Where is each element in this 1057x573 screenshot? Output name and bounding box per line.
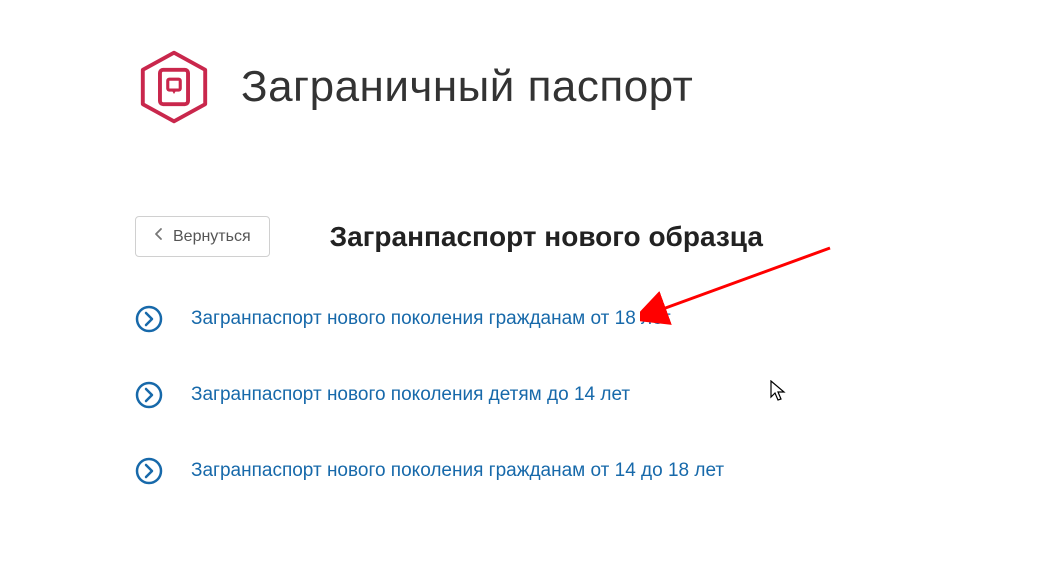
passport-logo-icon <box>135 48 213 126</box>
option-label: Загранпаспорт нового поколения гражданам… <box>191 460 724 482</box>
page-header: Заграничный паспорт <box>0 0 1057 126</box>
section-title: Загранпаспорт нового образца <box>330 221 763 253</box>
chevron-left-icon <box>154 227 163 246</box>
page-title: Заграничный паспорт <box>241 62 693 112</box>
content-area: Вернуться Загранпаспорт нового образца З… <box>0 126 1057 485</box>
chevron-right-circle-icon <box>135 457 163 485</box>
option-14-to-18[interactable]: Загранпаспорт нового поколения гражданам… <box>135 457 1057 485</box>
option-label: Загранпаспорт нового поколения детям до … <box>191 384 630 406</box>
option-label: Загранпаспорт нового поколения гражданам… <box>191 308 671 330</box>
option-list: Загранпаспорт нового поколения гражданам… <box>135 305 1057 485</box>
chevron-right-circle-icon <box>135 381 163 409</box>
back-button-label: Вернуться <box>173 228 251 246</box>
option-over-18[interactable]: Загранпаспорт нового поколения гражданам… <box>135 305 1057 333</box>
option-under-14[interactable]: Загранпаспорт нового поколения детям до … <box>135 381 1057 409</box>
back-button[interactable]: Вернуться <box>135 216 270 257</box>
sub-header-row: Вернуться Загранпаспорт нового образца <box>135 216 1057 257</box>
chevron-right-circle-icon <box>135 305 163 333</box>
